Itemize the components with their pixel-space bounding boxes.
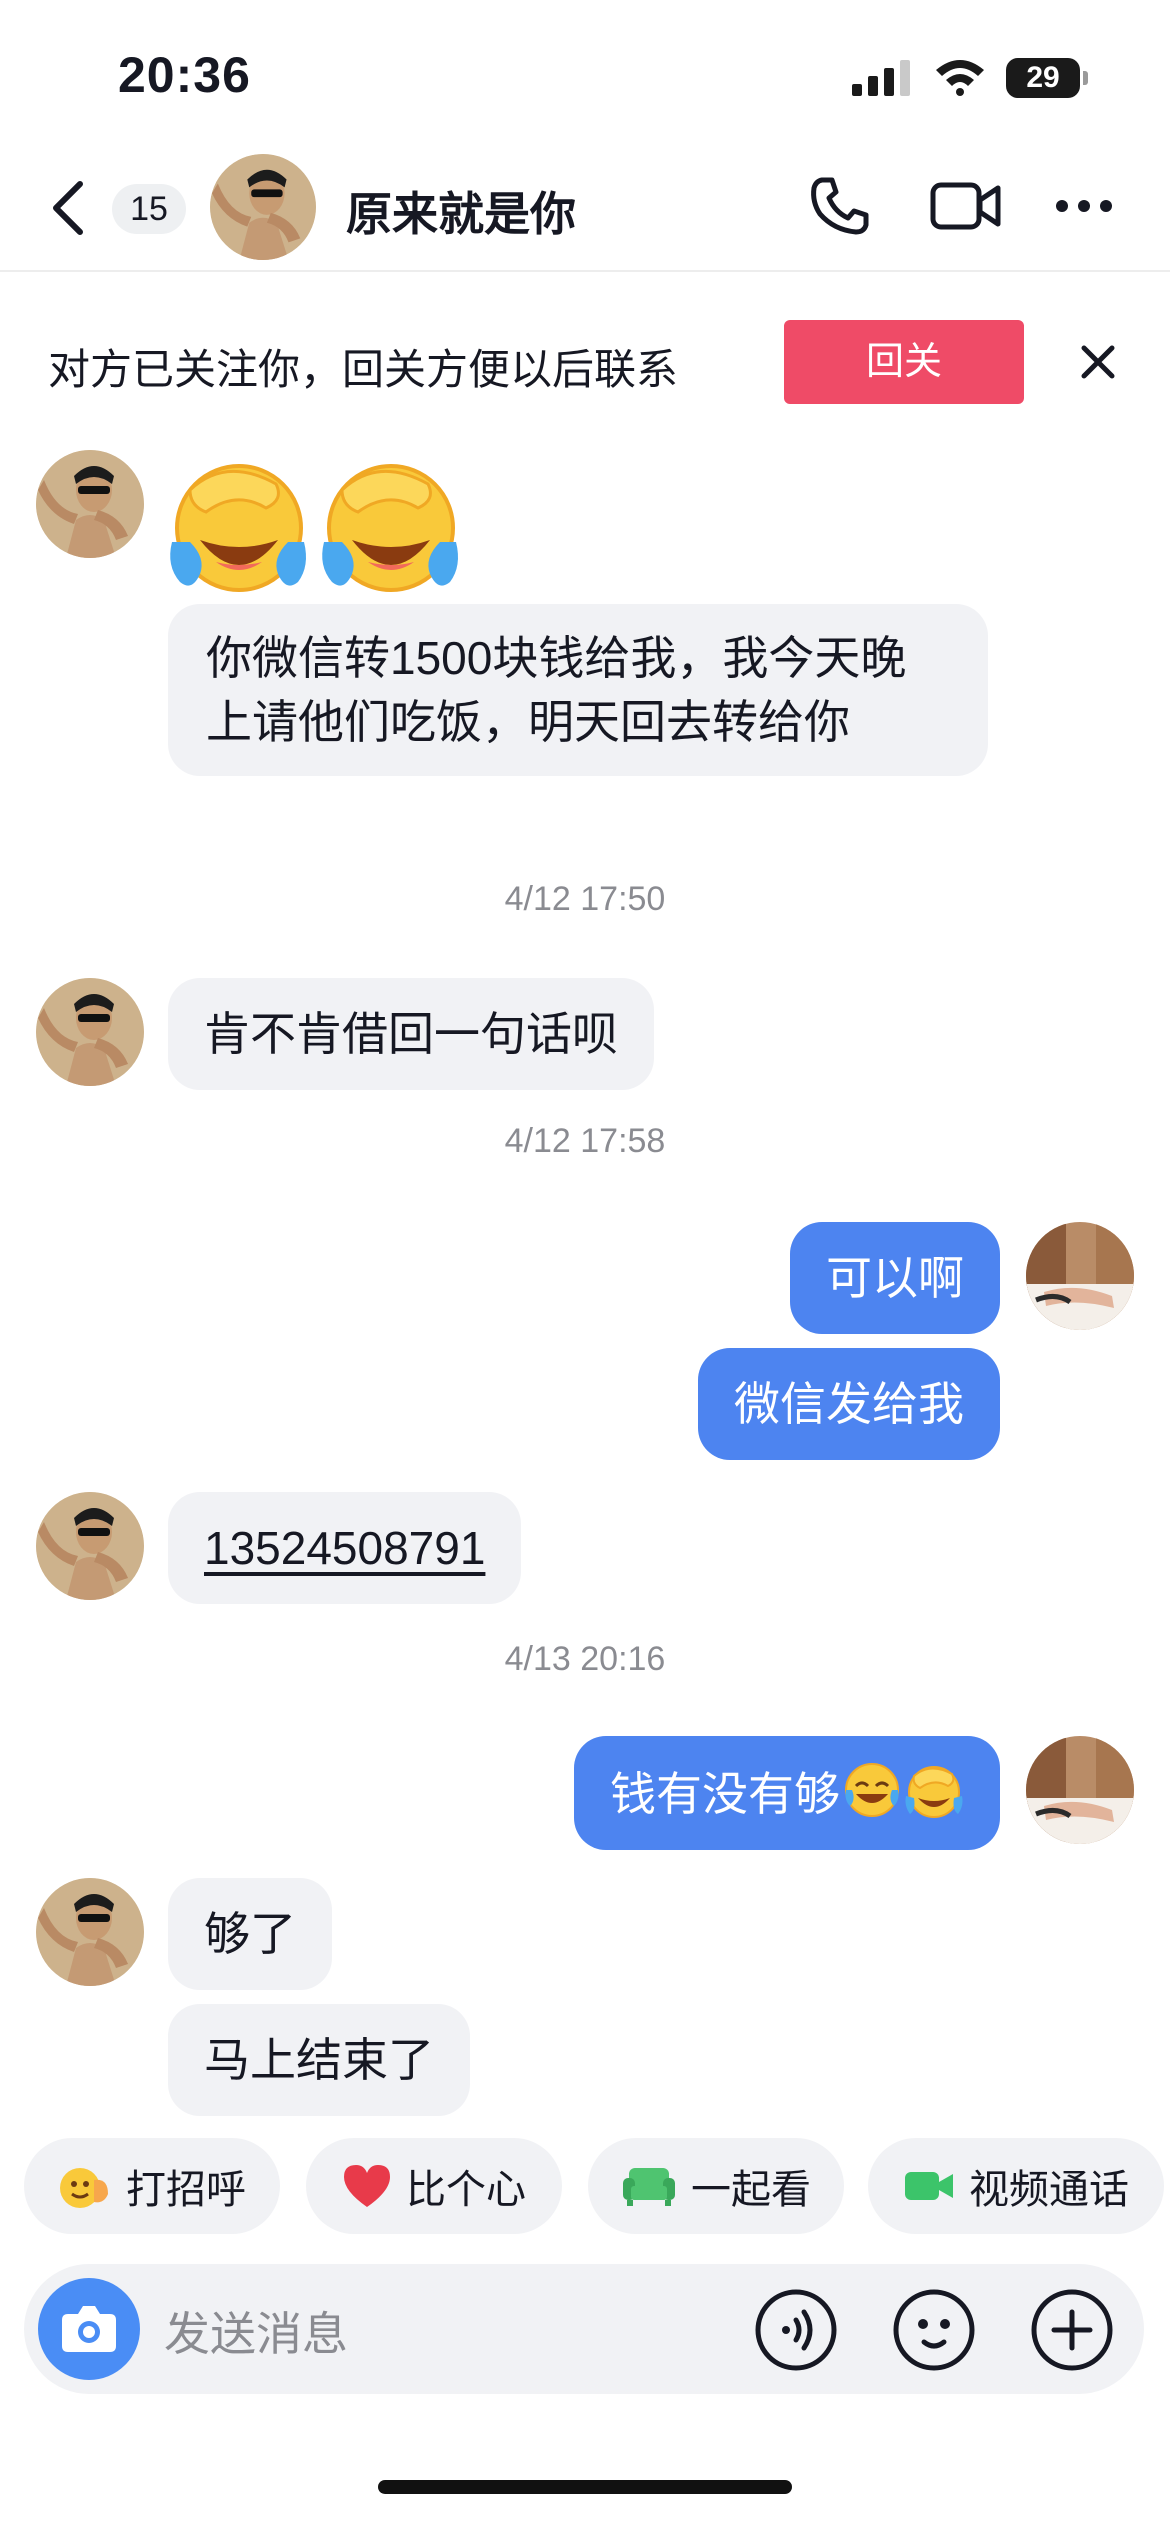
follow-banner-text: 对方已关注你，回关方便以后联系 (48, 346, 679, 393)
contact-avatar[interactable] (36, 1878, 144, 1986)
wifi-icon (936, 60, 984, 96)
message-text: 钱有没有够 (610, 1768, 840, 1820)
status-bar: 20:36 29 (0, 0, 1170, 140)
self-avatar[interactable] (1026, 1222, 1134, 1330)
sofa-icon (623, 2168, 675, 2206)
facepalm-cry-emoji (168, 464, 308, 592)
contact-avatar[interactable] (36, 1492, 144, 1600)
message-timestamp: 4/12 17:50 (504, 880, 666, 918)
message-bubble-incoming[interactable]: 够了 (168, 1878, 332, 1990)
cellular-signal-icon (852, 60, 910, 96)
message-bubble-incoming[interactable]: 你微信转1500块钱给我，我今天晚上请他们吃饭，明天回去转给你 (168, 604, 988, 776)
message-bubble-outgoing[interactable]: 微信发给我 (698, 1348, 1000, 1460)
message-timestamp: 4/12 17:58 (504, 1122, 666, 1160)
more-options-icon[interactable] (1054, 194, 1114, 218)
heart-icon (344, 2165, 390, 2207)
wave-hand-icon (60, 2168, 108, 2208)
message-bubble-outgoing[interactable]: 钱有没有够 (574, 1736, 1000, 1850)
follow-back-banner: 对方已关注你，回关方便以后联系 回关 (0, 274, 1170, 450)
facepalm-cry-emoji (320, 464, 460, 592)
voice-message-icon[interactable] (754, 2288, 838, 2372)
message-bubble-incoming[interactable]: 肯不肯借回一句话呗 (168, 978, 654, 1090)
chat-header: 15 原来就是你 (0, 140, 1170, 272)
camera-icon (62, 2306, 116, 2352)
message-bubble-incoming[interactable]: 马上结束了 (168, 2004, 470, 2116)
follow-back-button[interactable]: 回关 (784, 320, 1024, 404)
chip-label: 打招呼 (126, 2168, 246, 2212)
chip-label: 一起看 (691, 2168, 811, 2212)
message-input[interactable]: 发送消息 (164, 2298, 348, 2364)
watch-together-chip[interactable]: 一起看 (588, 2138, 844, 2234)
message-input-bar: 发送消息 (24, 2264, 1144, 2394)
chip-label: 视频通话 (969, 2168, 1129, 2212)
add-attachment-icon[interactable] (1030, 2288, 1114, 2372)
status-time: 20:36 (118, 47, 251, 103)
self-avatar[interactable] (1026, 1736, 1134, 1844)
back-arrow-icon[interactable] (44, 178, 94, 238)
phone-number-link[interactable]: 13524508791 (204, 1522, 485, 1574)
video-call-chip[interactable]: 视频通话 (868, 2138, 1164, 2234)
message-timestamp: 4/13 20:16 (504, 1640, 666, 1678)
close-icon[interactable] (1078, 342, 1118, 382)
quick-actions-bar: 打招呼 比个心 一起看 视频通话 (0, 2138, 1170, 2238)
message-bubble-outgoing[interactable]: 可以啊 (790, 1222, 1000, 1334)
facepalm-cry-emoji (904, 1766, 964, 1818)
phone-call-icon[interactable] (808, 174, 872, 238)
laugh-tears-emoji (844, 1762, 900, 1818)
emoji-picker-icon[interactable] (892, 2288, 976, 2372)
message-bubble-incoming[interactable]: 13524508791 (168, 1492, 522, 1604)
camera-button[interactable] (38, 2278, 140, 2380)
chip-label: 比个心 (406, 2168, 526, 2212)
home-indicator (378, 2480, 792, 2494)
battery-level: 29 (1026, 61, 1060, 94)
contact-avatar[interactable] (210, 154, 316, 260)
send-heart-chip[interactable]: 比个心 (306, 2138, 562, 2234)
unread-count-badge[interactable]: 15 (112, 184, 186, 234)
video-call-icon (905, 2172, 953, 2200)
contact-avatar[interactable] (36, 978, 144, 1086)
video-call-icon[interactable] (930, 180, 1002, 232)
contact-name[interactable]: 原来就是你 (346, 178, 576, 244)
contact-avatar[interactable] (36, 450, 144, 558)
wave-hello-chip[interactable]: 打招呼 (24, 2138, 280, 2234)
battery-icon: 29 (1006, 58, 1088, 98)
